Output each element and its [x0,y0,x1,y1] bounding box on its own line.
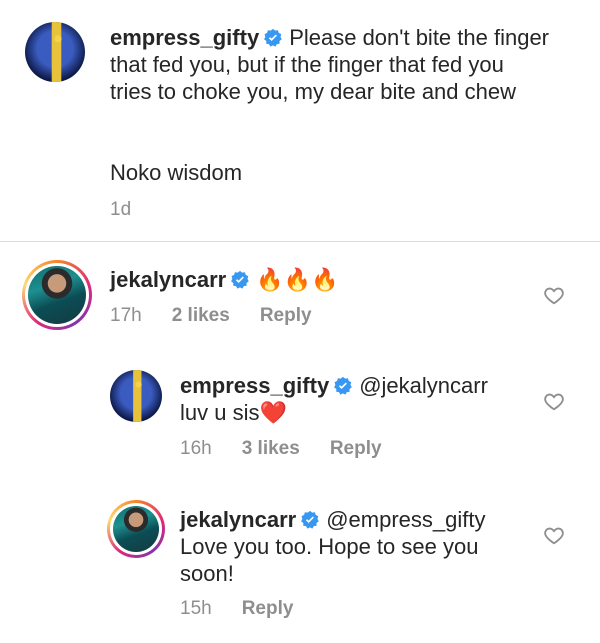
verified-badge-icon [231,270,249,289]
likes-count[interactable]: 2 likes [172,305,230,326]
avatar[interactable] [110,370,162,422]
username-link[interactable]: empress_gifty [180,373,329,398]
comment-body: 🔥🔥🔥 [256,267,339,292]
username-link[interactable]: empress_gifty [110,25,259,50]
reply-button[interactable]: Reply [242,598,294,619]
username-link[interactable]: jekalyncarr [180,507,296,532]
caption-body-2: Noko wisdom [110,160,243,185]
reply-body: luv u sis❤️ [180,400,287,425]
caption-time: 1d [110,199,132,220]
avatar[interactable] [25,22,85,82]
like-heart-icon[interactable] [543,284,565,306]
reply-time: 15h [180,598,212,619]
reply-button[interactable]: Reply [330,438,382,459]
comment-text: jekalyncarr 🔥🔥🔥 [110,266,530,293]
divider [0,241,600,242]
reply-text: empress_gifty @jekalyncarr luv u sis❤️ [180,372,525,426]
reply-time: 16h [180,438,212,459]
verified-badge-icon [301,510,319,529]
reply-meta: 15h Reply [180,598,323,620]
avatar[interactable] [107,500,165,558]
comment-time: 17h [110,305,142,326]
verified-badge-icon [334,376,352,395]
mention-link[interactable]: @jekalyncarr [359,373,488,398]
likes-count[interactable]: 3 likes [242,438,300,459]
reply-text: jekalyncarr @empress_gifty Love you too. H… [180,506,525,587]
reply-meta: 16h 3 likes Reply [180,438,412,460]
mention-link[interactable]: @empress_gifty [326,507,485,532]
verified-badge-icon [264,28,282,47]
like-heart-icon[interactable] [543,390,565,412]
reply-body: Love you too. Hope to see you soon! [180,534,479,586]
like-heart-icon[interactable] [543,524,565,546]
comment-meta: 17h 2 likes Reply [110,305,342,327]
reply-button[interactable]: Reply [260,305,312,326]
username-link[interactable]: jekalyncarr [110,267,226,292]
caption-text: empress_gifty Please don't bite the finge… [110,24,550,105]
avatar[interactable] [22,260,92,330]
